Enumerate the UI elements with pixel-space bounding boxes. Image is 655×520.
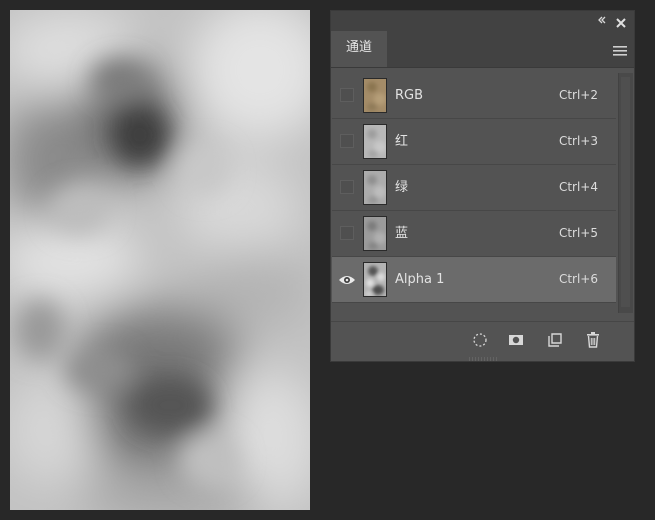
channel-row-blue[interactable]: 蓝 Ctrl+5 bbox=[332, 211, 616, 257]
channel-list-scrollbar[interactable] bbox=[618, 73, 633, 313]
channel-row-rgb[interactable]: RGB Ctrl+2 bbox=[332, 73, 616, 119]
channel-row-red[interactable]: 红 Ctrl+3 bbox=[332, 119, 616, 165]
channel-thumbnail bbox=[363, 216, 387, 251]
channel-name: 红 bbox=[395, 134, 409, 149]
panel-menu-icon[interactable] bbox=[613, 42, 627, 56]
channel-row-alpha-1[interactable]: Alpha 1 Ctrl+6 bbox=[332, 257, 616, 303]
channel-shortcut: Ctrl+2 bbox=[558, 88, 598, 102]
channel-shortcut: Ctrl+3 bbox=[558, 134, 598, 148]
panel-resize-grip[interactable] bbox=[469, 357, 497, 361]
scrollbar-thumb[interactable] bbox=[621, 77, 630, 307]
channel-list: RGB Ctrl+2 红 Ctrl+3 绿 Ctrl+4 蓝 Ctrl+5 Al… bbox=[332, 73, 616, 303]
channel-thumbnail bbox=[363, 262, 387, 297]
channel-name: Alpha 1 bbox=[395, 272, 445, 287]
panel-tab-bar: 通道 bbox=[331, 31, 634, 68]
eye-icon[interactable] bbox=[338, 272, 356, 286]
channel-shortcut: Ctrl+4 bbox=[558, 180, 598, 194]
channel-name: 绿 bbox=[395, 180, 409, 195]
channel-name: 蓝 bbox=[395, 226, 409, 241]
tab-channels[interactable]: 通道 bbox=[331, 31, 387, 67]
visibility-toggle[interactable] bbox=[340, 226, 354, 240]
save-selection-mask-icon[interactable] bbox=[507, 331, 525, 349]
close-icon[interactable] bbox=[615, 14, 627, 28]
visibility-toggle[interactable] bbox=[340, 88, 354, 102]
channel-thumbnail bbox=[363, 124, 387, 159]
channel-thumbnail bbox=[363, 170, 387, 205]
channel-row-green[interactable]: 绿 Ctrl+4 bbox=[332, 165, 616, 211]
double-chevron-icon[interactable] bbox=[596, 14, 608, 26]
panel-title-bar[interactable] bbox=[331, 11, 634, 32]
new-channel-icon[interactable] bbox=[546, 331, 564, 349]
visibility-toggle[interactable] bbox=[340, 180, 354, 194]
workspace: 通道 RGB Ctrl+2 红 Ctrl+3 绿 Ctrl+4 蓝 Ctrl+5… bbox=[0, 0, 655, 520]
channel-shortcut: Ctrl+6 bbox=[558, 272, 598, 286]
channel-shortcut: Ctrl+5 bbox=[558, 226, 598, 240]
channel-thumbnail bbox=[363, 78, 387, 113]
channels-panel: 通道 RGB Ctrl+2 红 Ctrl+3 绿 Ctrl+4 蓝 Ctrl+5… bbox=[330, 10, 635, 362]
delete-channel-icon[interactable] bbox=[584, 331, 602, 349]
visibility-toggle[interactable] bbox=[340, 134, 354, 148]
load-selection-icon[interactable] bbox=[471, 331, 489, 349]
document-canvas[interactable] bbox=[10, 10, 310, 510]
clouds-image bbox=[10, 10, 310, 510]
channel-name: RGB bbox=[395, 88, 424, 103]
panel-footer bbox=[331, 321, 634, 358]
